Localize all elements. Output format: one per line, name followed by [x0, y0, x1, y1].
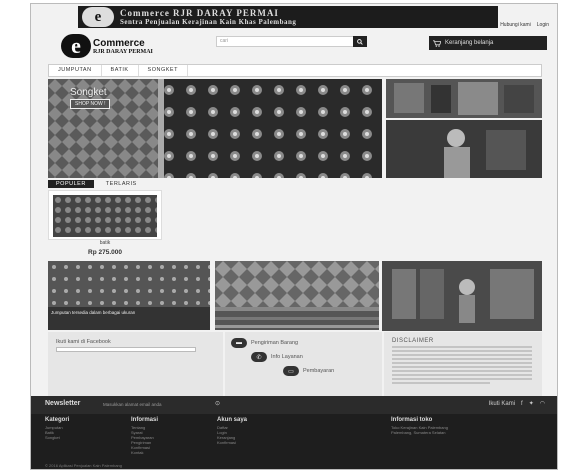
logo-name: Commerce — [93, 37, 145, 49]
footer-col-kategori: Kategori Jumputan Batik Songket — [45, 417, 69, 440]
tab-terlaris[interactable]: TERLARIS — [98, 180, 145, 188]
newsletter-bar: Newsletter Masukkan alamat email anda ⊙ … — [31, 396, 557, 414]
search-button[interactable] — [353, 36, 367, 47]
side-banner-bottom[interactable] — [386, 120, 542, 178]
cart-icon — [433, 39, 441, 47]
promo-banner-2[interactable] — [215, 261, 379, 307]
dancer-image — [386, 120, 542, 178]
payment-icon: ▭ — [283, 366, 299, 376]
rss-icon[interactable]: ◠ — [540, 400, 545, 407]
search-input[interactable]: cari — [216, 36, 354, 47]
footer-col-title: Kategori — [45, 417, 70, 423]
cart-label: Keranjang belanja — [445, 40, 494, 46]
footer-text: Palembang, Sumatera Selatan — [391, 430, 446, 435]
site-header: e Commerce RJR DARAY PERMAI cari Keranja… — [31, 28, 557, 62]
promo-caption: Jumputan tersedia dalam berbagai ukuran — [48, 307, 210, 330]
facebook-title: Ikuti kami di Facebook — [56, 339, 111, 345]
side-banner-top[interactable] — [386, 79, 542, 118]
service-shipping-label: Pengiriman Barang — [251, 340, 299, 346]
disclaimer-text — [392, 346, 532, 390]
footer-col-title: Akun saya — [217, 417, 248, 423]
footer-link[interactable]: Kontak — [131, 450, 158, 455]
footer-link[interactable]: Songket — [45, 435, 69, 440]
twitter-icon[interactable]: ✦ — [529, 400, 534, 407]
phone-icon: ✆ — [251, 352, 267, 362]
service-payment[interactable]: ▭ Pembayaran — [283, 366, 334, 376]
footer-col-akun: Akun saya Daftar Login Keranjang Konfirm… — [217, 417, 247, 445]
facebook-box: Ikuti kami di Facebook — [48, 332, 223, 396]
product-price: Rp 275.000 — [88, 249, 122, 256]
hero-slider[interactable]: Songket SHOP NOW ! — [48, 79, 382, 178]
banner-title: Commerce RJR DARAY PERMAI — [120, 8, 279, 18]
product-card[interactable] — [48, 190, 162, 240]
logo-tag: RJR DARAY PERMAI — [93, 48, 153, 55]
service-payment-label: Pembayaran — [303, 368, 335, 374]
fabric-closeup-image — [215, 261, 379, 307]
cart-button[interactable]: Keranjang belanja — [429, 36, 547, 50]
banner-text: Commerce RJR DARAY PERMAI Sentra Penjual… — [120, 8, 296, 26]
footer-col-title: Informasi toko — [391, 417, 433, 423]
product-name: batik — [99, 240, 111, 246]
banner-logo: e — [82, 7, 114, 27]
site-footer: Kategori Jumputan Batik Songket Informas… — [31, 414, 557, 469]
logo-text: Commerce RJR DARAY PERMAI — [93, 38, 153, 55]
newsletter-submit-button[interactable]: ⊙ — [215, 400, 220, 407]
search-icon — [357, 38, 363, 45]
promo-banner-2-bottom — [215, 307, 379, 330]
fabric-stripes-image — [215, 307, 379, 330]
nav-item-batik[interactable]: BATIK — [102, 65, 139, 76]
jumputan-image — [48, 261, 210, 307]
social-follow: Ikuti Kami f ✦ ◠ — [488, 400, 545, 408]
truck-icon: ▬ — [231, 338, 247, 348]
shop-interior-image — [386, 79, 542, 118]
shop-now-button[interactable]: SHOP NOW ! — [70, 99, 111, 109]
facebook-widget[interactable] — [56, 347, 196, 352]
page-frame: e Commerce RJR DARAY PERMAI Sentra Penju… — [30, 3, 558, 470]
product-image — [53, 195, 157, 237]
disclaimer-title: DISCLAIMER — [392, 338, 434, 344]
footer-col-title: Informasi — [131, 417, 159, 423]
footer-col-informasi: Informasi Tentang Syarat Pembayaran Peng… — [131, 417, 158, 455]
site-logo[interactable]: e Commerce RJR DARAY PERMAI — [61, 33, 153, 58]
newsletter-email-input[interactable]: Masukkan alamat email anda — [103, 401, 211, 409]
shop-display-image — [382, 261, 542, 331]
promo-banner-1[interactable] — [48, 261, 210, 307]
newsletter-title: Newsletter — [45, 400, 81, 407]
main-nav: JUMPUTAN BATIK SONGKET — [48, 64, 542, 77]
logo-mark: e — [61, 33, 91, 58]
banner-subtitle: Sentra Penjualan Kerajinan Kain Khas Pal… — [120, 18, 297, 26]
service-info-label: Info Layanan — [271, 354, 303, 360]
nav-item-jumputan[interactable]: JUMPUTAN — [49, 65, 102, 76]
footer-link[interactable]: Konfirmasi — [217, 440, 247, 445]
product-tabs: POPULER TERLARIS — [48, 180, 145, 188]
promo-banner-3[interactable] — [382, 261, 542, 331]
footer-col-toko: Informasi toko Toko Kerajinan Kain Palem… — [391, 417, 448, 435]
service-info[interactable]: ✆ Info Layanan — [251, 352, 303, 362]
copyright: © 2016 Aplikasi Penjualan Kain Palembang — [45, 463, 122, 468]
facebook-icon[interactable]: f — [521, 401, 523, 407]
follow-label: Ikuti Kami — [488, 400, 516, 407]
site-banner: e Commerce RJR DARAY PERMAI Sentra Penju… — [78, 6, 498, 28]
service-shipping[interactable]: ▬ Pengiriman Barang — [231, 338, 298, 348]
hero-title: Songket — [70, 87, 107, 98]
services-box: ▬ Pengiriman Barang ✆ Info Layanan ▭ Pem… — [225, 332, 382, 396]
disclaimer-box: DISCLAIMER — [384, 332, 542, 396]
nav-item-songket[interactable]: SONGKET — [139, 65, 188, 76]
batik-image — [53, 195, 157, 237]
tab-populer[interactable]: POPULER — [48, 180, 94, 188]
